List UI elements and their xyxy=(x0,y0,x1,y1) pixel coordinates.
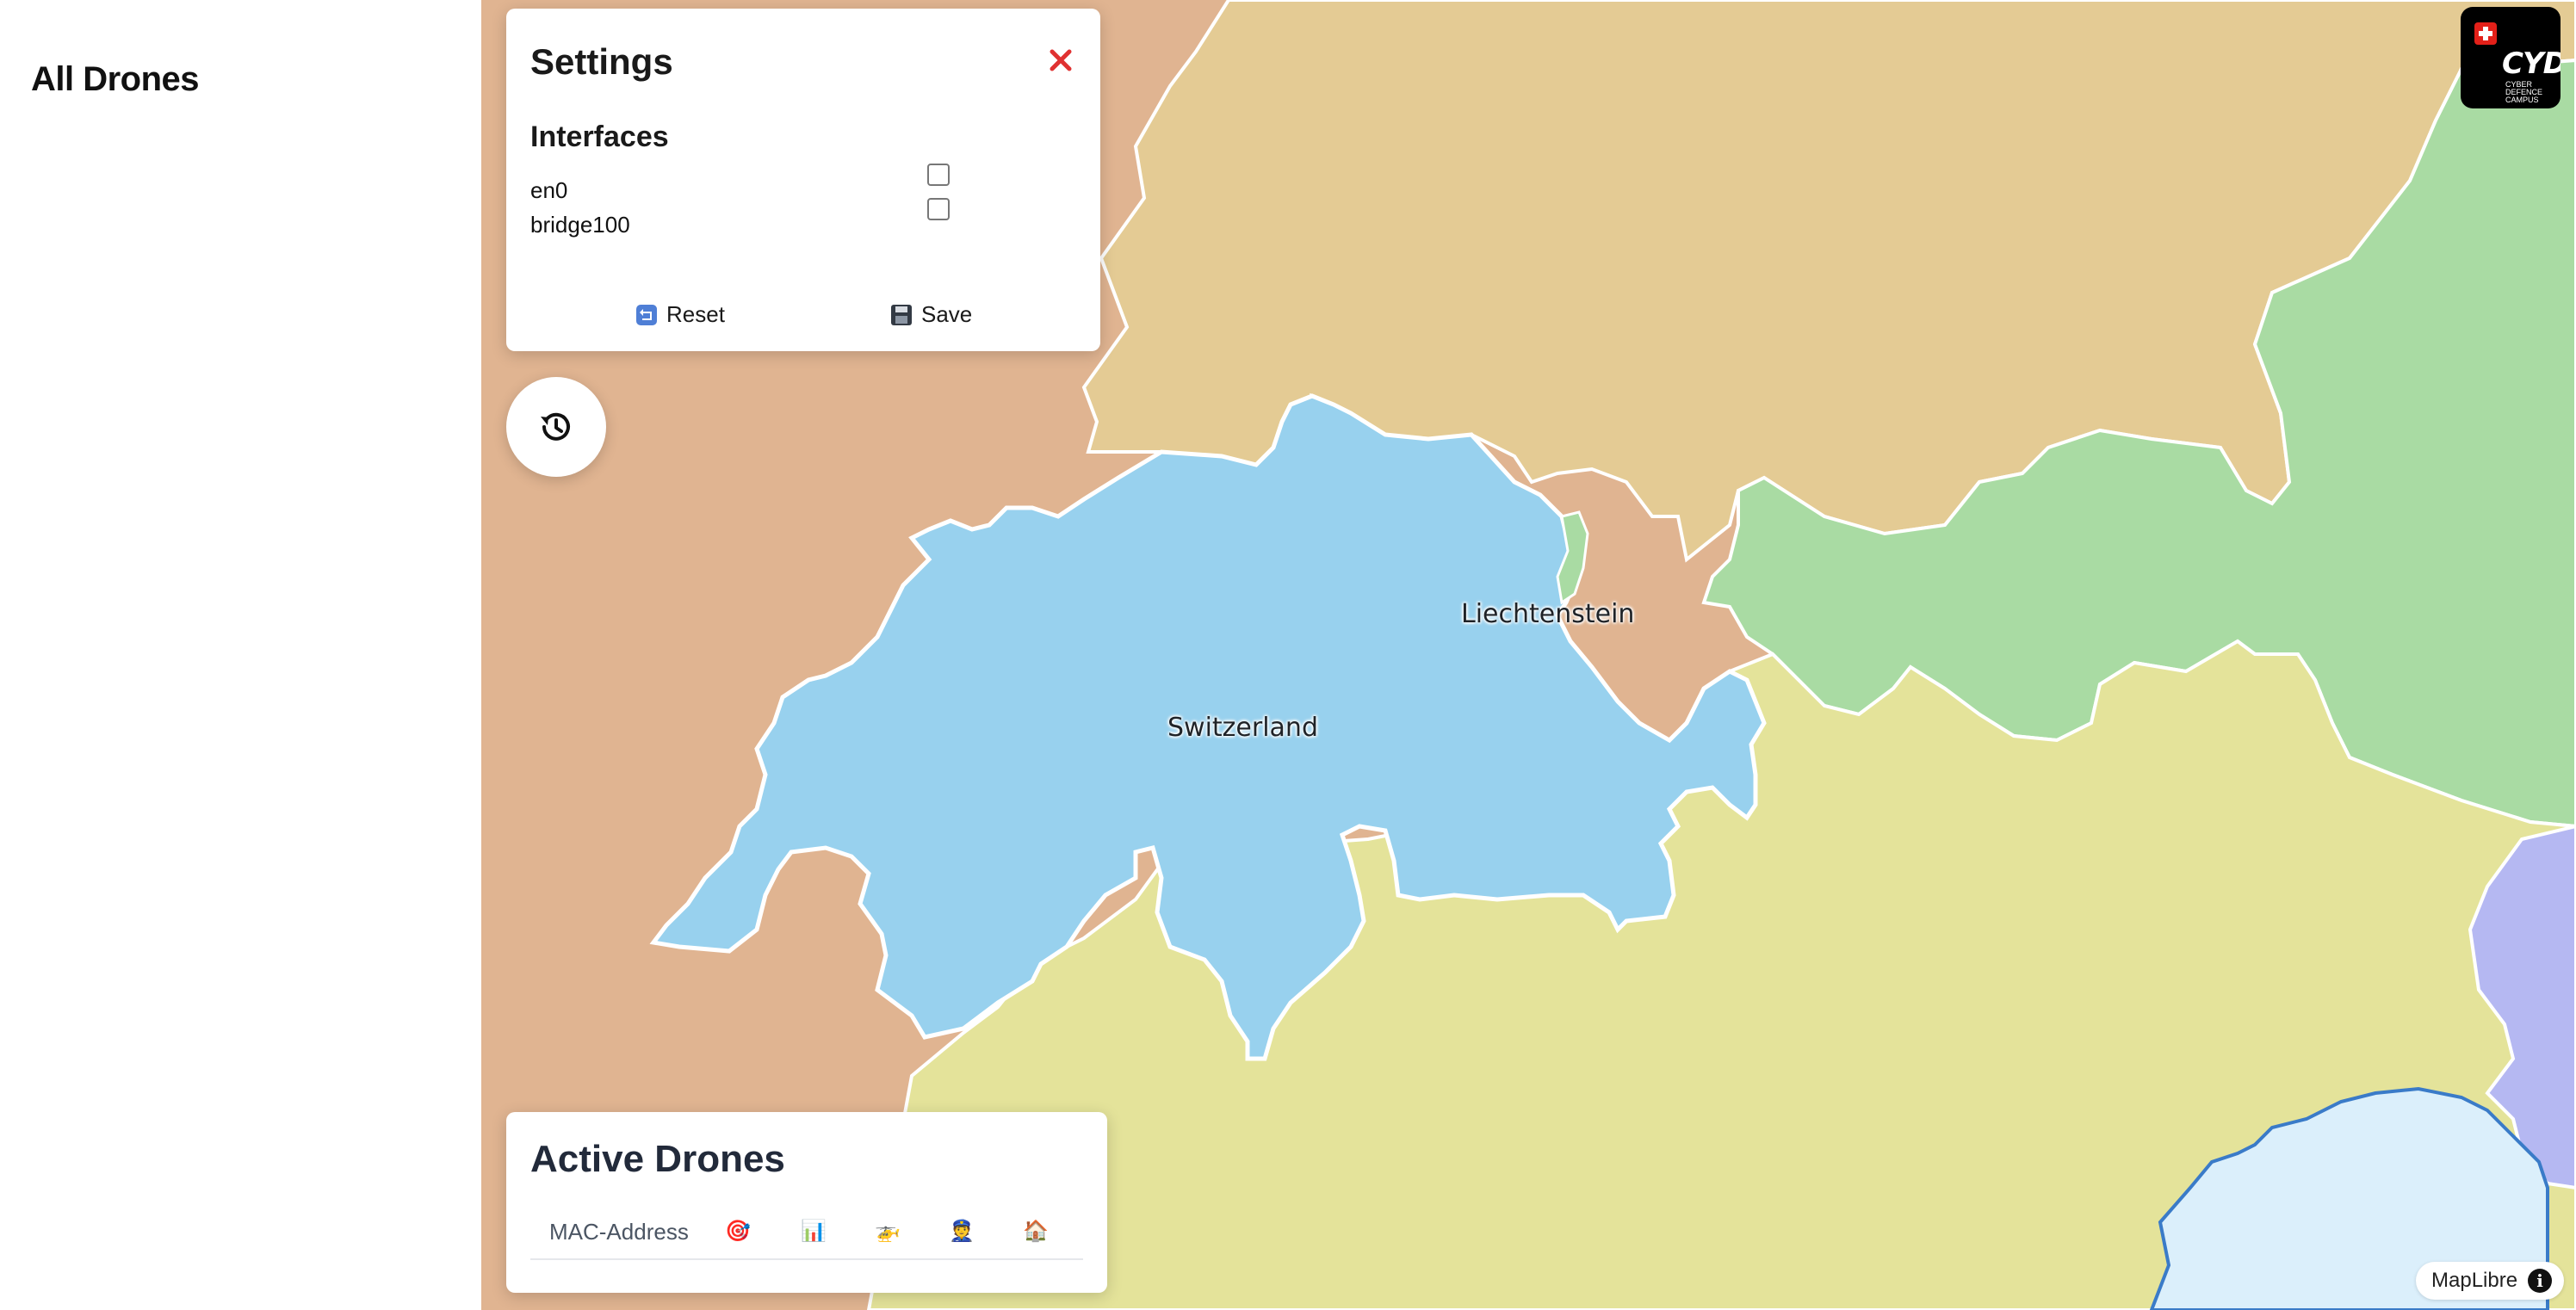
close-icon[interactable] xyxy=(1043,43,1078,77)
active-drones-table-header: MAC-Address 🎯 📊 🚁 👮 🏠 xyxy=(530,1208,1083,1260)
reset-icon xyxy=(636,304,657,325)
reset-button[interactable]: Reset xyxy=(635,301,725,328)
column-home-icon[interactable]: 🏠 xyxy=(1023,1219,1049,1243)
logo-wordmark: CYD xyxy=(2502,46,2561,81)
active-drones-panel: Active Drones MAC-Address 🎯 📊 🚁 👮 🏠 xyxy=(506,1112,1107,1293)
save-label: Save xyxy=(921,301,973,327)
map-label-liechtenstein: Liechtenstein xyxy=(1461,599,1635,629)
interface-label-en0: en0 xyxy=(530,177,568,203)
swiss-flag-icon xyxy=(2474,22,2497,45)
interface-checkbox-bridge100[interactable] xyxy=(927,198,950,220)
interface-checkbox-en0[interactable] xyxy=(927,164,950,186)
info-icon[interactable]: i xyxy=(2528,1269,2553,1293)
column-helicopter-icon[interactable]: 🚁 xyxy=(875,1219,901,1243)
sidebar-title: All Drones xyxy=(31,60,200,98)
column-mac-address[interactable]: MAC-Address xyxy=(549,1219,689,1245)
map-label-switzerland: Switzerland xyxy=(1167,713,1318,743)
column-target-icon[interactable]: 🎯 xyxy=(725,1219,751,1243)
interface-label-bridge100: bridge100 xyxy=(530,212,630,238)
logo-subtext: CYBER DEFENCE CAMPUS xyxy=(2505,80,2543,104)
sidebar: All Drones xyxy=(0,0,481,1310)
attribution-text[interactable]: MapLibre xyxy=(2431,1269,2517,1293)
column-police-icon[interactable]: 👮 xyxy=(949,1219,975,1243)
save-icon xyxy=(891,304,912,325)
interfaces-heading: Interfaces xyxy=(530,120,669,153)
history-button[interactable] xyxy=(506,377,606,477)
settings-title: Settings xyxy=(530,41,673,82)
history-icon xyxy=(541,412,570,441)
save-button[interactable]: Save xyxy=(890,301,972,328)
active-drones-title: Active Drones xyxy=(530,1138,785,1180)
map-attribution[interactable]: MapLibre i xyxy=(2416,1262,2565,1300)
column-chart-icon[interactable]: 📊 xyxy=(801,1219,827,1243)
cyd-logo: CYD CYBER DEFENCE CAMPUS xyxy=(2461,7,2561,108)
reset-label: Reset xyxy=(666,301,725,327)
settings-panel: Settings Interfaces en0 bridge100 Reset … xyxy=(506,9,1100,351)
